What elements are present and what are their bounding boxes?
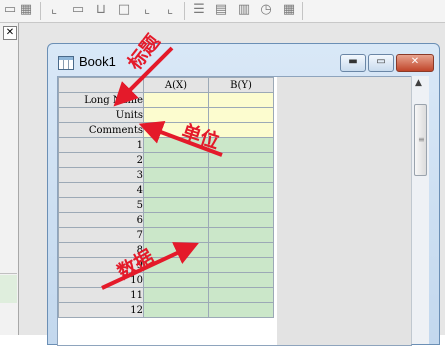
- cell[interactable]: [208, 212, 274, 228]
- row-header-3[interactable]: 3: [58, 167, 144, 183]
- clock-icon[interactable]: ◷: [258, 2, 274, 18]
- workbook-window[interactable]: Book1 ▬ ▭ ✕ A(X) B(Y) Long Name Units Co…: [47, 43, 440, 346]
- cell[interactable]: [208, 182, 274, 198]
- layout-icon-4[interactable]: □: [116, 2, 132, 18]
- layout-icon-3[interactable]: ⊔: [93, 2, 109, 18]
- cell[interactable]: [143, 167, 209, 183]
- grid-empty-area: [277, 77, 411, 345]
- panel-preview: [0, 275, 17, 303]
- row-header-11[interactable]: 11: [58, 287, 144, 303]
- row-header-1[interactable]: 1: [58, 137, 144, 153]
- worksheet-grid[interactable]: A(X) B(Y) Long Name Units Comments 1 2 3…: [57, 76, 412, 346]
- cell[interactable]: [143, 287, 209, 303]
- grip-icon: ≡: [418, 135, 425, 144]
- toolbar: ▭ ▦ ⌞ ▭ ⊔ □ ⌞ ⌞ ☰ ▤ ▥ ◷ ▦: [0, 0, 445, 23]
- minimize-button[interactable]: ▬: [340, 54, 366, 72]
- table-icon[interactable]: ▦: [281, 2, 297, 18]
- vertical-scrollbar[interactable]: ▲ ≡: [411, 76, 429, 344]
- toolbar-icon-1[interactable]: ▭: [2, 2, 18, 18]
- row-header-5[interactable]: 5: [58, 197, 144, 213]
- row-label-units[interactable]: Units: [58, 107, 144, 123]
- cell[interactable]: [208, 302, 274, 318]
- panel-divider: [0, 273, 17, 274]
- layout-icon-6[interactable]: ⌞: [162, 2, 178, 18]
- layout-icon-1[interactable]: ⌞: [46, 2, 62, 18]
- row-header-6[interactable]: 6: [58, 212, 144, 228]
- cell[interactable]: [208, 107, 274, 123]
- cell[interactable]: [143, 272, 209, 288]
- panel-icon[interactable]: ▤: [213, 2, 229, 18]
- left-docked-panel: ✕: [0, 23, 19, 335]
- row-header-12[interactable]: 12: [58, 302, 144, 318]
- cell[interactable]: [208, 257, 274, 273]
- cell[interactable]: [143, 152, 209, 168]
- cell[interactable]: [208, 242, 274, 258]
- column-header-b[interactable]: B(Y): [208, 77, 274, 93]
- cell[interactable]: [143, 212, 209, 228]
- cell[interactable]: [143, 227, 209, 243]
- window-title: Book1: [79, 54, 116, 69]
- cell[interactable]: [208, 287, 274, 303]
- row-header-2[interactable]: 2: [58, 152, 144, 168]
- cell[interactable]: [208, 272, 274, 288]
- cell[interactable]: [208, 167, 274, 183]
- row-label-comments[interactable]: Comments: [58, 122, 144, 138]
- cell[interactable]: [208, 227, 274, 243]
- cell[interactable]: [208, 92, 274, 108]
- cell[interactable]: [208, 152, 274, 168]
- grid-icon[interactable]: ▦: [18, 2, 34, 18]
- cell[interactable]: [143, 242, 209, 258]
- row-label-long-name[interactable]: Long Name: [58, 92, 144, 108]
- cell[interactable]: [143, 302, 209, 318]
- layout-icon-2[interactable]: ▭: [70, 2, 86, 18]
- toolbar-separator: [40, 2, 41, 20]
- cell[interactable]: [143, 182, 209, 198]
- corner-cell[interactable]: [58, 77, 144, 93]
- cell[interactable]: [143, 197, 209, 213]
- toolbar-separator: [302, 2, 303, 20]
- cell[interactable]: [208, 197, 274, 213]
- lines-icon[interactable]: ☰: [191, 2, 207, 18]
- row-header-7[interactable]: 7: [58, 227, 144, 243]
- worksheet-table: A(X) B(Y) Long Name Units Comments 1 2 3…: [58, 77, 274, 318]
- column-header-a[interactable]: A(X): [143, 77, 209, 93]
- toolbar-separator: [184, 2, 185, 20]
- scroll-up-icon[interactable]: ▲: [415, 78, 422, 88]
- layout-icon-5[interactable]: ⌞: [139, 2, 155, 18]
- maximize-button[interactable]: ▭: [368, 54, 394, 72]
- cell[interactable]: [143, 92, 209, 108]
- scroll-thumb[interactable]: ≡: [414, 104, 427, 176]
- workbook-icon: [58, 56, 74, 70]
- column-icon[interactable]: ▥: [236, 2, 252, 18]
- row-header-4[interactable]: 4: [58, 182, 144, 198]
- close-button[interactable]: ✕: [396, 54, 434, 72]
- close-icon[interactable]: ✕: [3, 26, 17, 40]
